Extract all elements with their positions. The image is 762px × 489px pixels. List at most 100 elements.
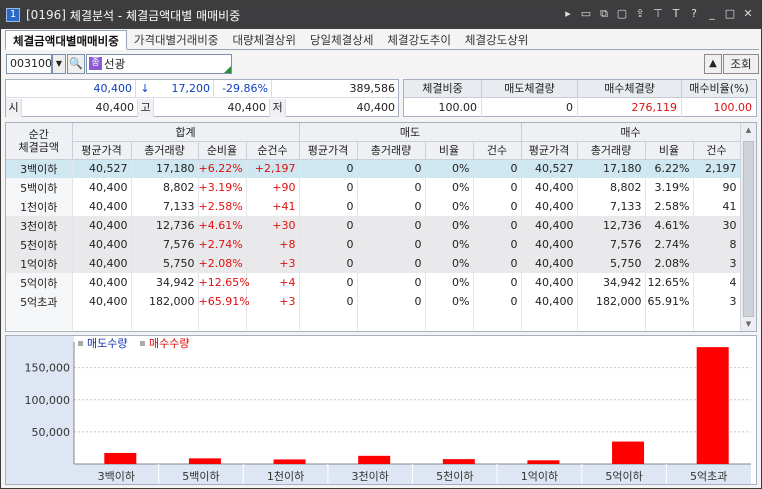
table-cell: 0% — [425, 235, 474, 254]
table-cell: 40,400 — [72, 235, 132, 254]
table-cell: 0 — [299, 273, 358, 292]
empty-cell — [473, 311, 522, 330]
tab-5[interactable]: 체결강도추이 — [380, 30, 457, 50]
search-icon: 🔍 — [69, 57, 83, 70]
code-dropdown-button[interactable]: ▼ — [52, 54, 66, 74]
table-cell: +4 — [246, 273, 300, 292]
x-tick-label: 3백이하 — [98, 469, 135, 483]
send-icon[interactable]: ⇪ — [633, 7, 647, 21]
table-cell: 0 — [299, 235, 358, 254]
table-cell: 0 — [473, 159, 522, 178]
empty-row — [6, 311, 741, 330]
table-cell: 34,942 — [131, 273, 199, 292]
play-icon[interactable]: ▸ — [561, 7, 575, 21]
sell-volume-value: 0 — [482, 99, 578, 117]
stock-code-input[interactable]: 003100 — [6, 54, 52, 74]
table-cell: 0 — [357, 254, 426, 273]
column-header: 총거래량 — [577, 141, 646, 160]
table-cell: +41 — [246, 197, 300, 216]
table-cell: 0 — [357, 273, 426, 292]
ratio-header: 매수비율(%) — [682, 80, 756, 98]
y-axis-panel — [6, 336, 74, 484]
buy-bar — [188, 458, 221, 464]
stock-name-field[interactable]: 종 선광 — [86, 54, 232, 74]
table-cell: 41 — [693, 197, 741, 216]
quote-panel: 40,400 ↓ 17,200 -29.86% 389,586 시 40,400… — [5, 79, 399, 117]
y-tick-label: 100,000 — [25, 394, 71, 407]
table-row[interactable]: 1천이하 40,400 7,133 +2.58% +41 0 0 0% 0 40,400 7,133… — [6, 197, 741, 216]
table-cell: +2.08% — [198, 254, 247, 273]
empty-cell — [577, 311, 646, 330]
tab-2[interactable]: 가격대별거래비중 — [127, 30, 226, 50]
buy-bar — [104, 452, 137, 464]
vertical-scrollbar[interactable]: ▲ ▼ — [740, 123, 756, 331]
x-tick-label: 1천이하 — [267, 469, 304, 483]
tab-6[interactable]: 체결강도상위 — [458, 30, 535, 50]
minimize-icon[interactable]: _ — [705, 7, 719, 21]
table-row[interactable]: 3백이하 40,527 17,180 +6.22% +2,197 0 0 0% 0 40,527 1… — [6, 159, 741, 178]
help-icon[interactable]: ? — [687, 7, 701, 21]
chevron-down-icon: ▼ — [55, 59, 63, 68]
table-row[interactable]: 5천이하 40,400 7,576 +2.74% +8 0 0 0% 0 40,400 7,576 2… — [6, 235, 741, 254]
close-icon[interactable]: ✕ — [741, 7, 755, 21]
table-cell: +4.61% — [198, 216, 247, 235]
table-cell: 7,133 — [131, 197, 199, 216]
column-header: 평균가격 — [299, 141, 358, 160]
window-link-icon[interactable]: ⧉ — [597, 7, 611, 21]
search-button[interactable]: 🔍 — [67, 54, 85, 74]
window-title: 체결분석 - 체결금액대별 매매비중 — [69, 8, 241, 23]
table-cell: 0 — [473, 216, 522, 235]
table-cell: 182,000 — [131, 292, 199, 311]
text-size-icon[interactable]: T — [669, 7, 683, 21]
prev-button[interactable]: ▲ — [704, 54, 722, 74]
legend-buy: 매수수량 — [149, 337, 189, 350]
table-cell: 40,527 — [72, 159, 132, 178]
table-cell: 40,400 — [72, 273, 132, 292]
table-row[interactable]: 3천이하 40,400 12,736 +4.61% +30 0 0 0% 0 40,400 12,7… — [6, 216, 741, 235]
scrollbar-thumb[interactable] — [743, 141, 754, 317]
table-cell: 40,400 — [521, 197, 578, 216]
buy-bar — [696, 347, 729, 464]
column-header: 순건수 — [246, 141, 300, 160]
table-cell: 0 — [473, 254, 522, 273]
chart-canvas: 150,000 100,000 50,000 3백이하 5백이하 1천이하 3천이하 5천이하… — [6, 336, 751, 484]
tab-4[interactable]: 당일체결상세 — [303, 30, 380, 50]
table-row[interactable]: 1억이하 40,400 5,750 +2.08% +3 0 0 0% 0 40,400 5,750 2… — [6, 254, 741, 273]
buy-group-header: 매수 — [521, 123, 741, 142]
legend-swatch-sell — [78, 341, 83, 346]
table-cell: 5,750 — [131, 254, 199, 273]
scroll-up-icon[interactable]: ▲ — [741, 123, 756, 137]
row-label: 5백이하 — [6, 178, 73, 197]
table-cell: +2,197 — [246, 159, 300, 178]
maximize-icon[interactable]: □ — [723, 7, 737, 21]
low-price: 40,400 — [356, 101, 396, 114]
scroll-down-icon[interactable]: ▼ — [741, 317, 756, 331]
copy-window-icon[interactable]: ▢ — [615, 7, 629, 21]
table-cell: 12.65% — [645, 273, 694, 292]
table-cell: 40,400 — [72, 216, 132, 235]
column-header: 총거래량 — [131, 141, 199, 160]
table-row[interactable]: 5백이하 40,400 8,802 +3.19% +90 0 0 0% 0 40,400 8,802… — [6, 178, 741, 197]
tab-3[interactable]: 대량체결상위 — [225, 30, 302, 50]
table-cell: 40,400 — [521, 292, 578, 311]
table-cell: 34,942 — [577, 273, 646, 292]
query-button[interactable]: 조회 — [723, 54, 759, 74]
table-cell: 8 — [693, 235, 741, 254]
table-cell: 0 — [299, 292, 358, 311]
tab-1[interactable]: 체결금액대별매매비중 — [5, 30, 127, 50]
table-row[interactable]: 5억이하 40,400 34,942 +12.65% +4 0 0 0% 0 40,400 34,9… — [6, 273, 741, 292]
memo-icon[interactable]: ▭ — [579, 7, 593, 21]
table-cell: 0 — [357, 197, 426, 216]
x-tick-label: 3천이하 — [352, 469, 389, 483]
column-header: 비율 — [645, 141, 694, 160]
table-cell: +2.74% — [198, 235, 247, 254]
table-row[interactable]: 5억초과 40,400 182,000 +65.91% +3 0 0 0% 0 40,400 182… — [6, 292, 741, 311]
ratio-header: 체결비중 — [404, 80, 482, 98]
open-label: 시 — [6, 99, 22, 117]
pin-icon[interactable]: ⊤ — [651, 7, 665, 21]
column-header: 비율 — [425, 141, 474, 160]
window-number-badge: 1 — [6, 8, 20, 22]
empty-cell — [645, 311, 694, 330]
x-tick-label: 5천이하 — [436, 469, 473, 483]
empty-cell — [246, 311, 300, 330]
